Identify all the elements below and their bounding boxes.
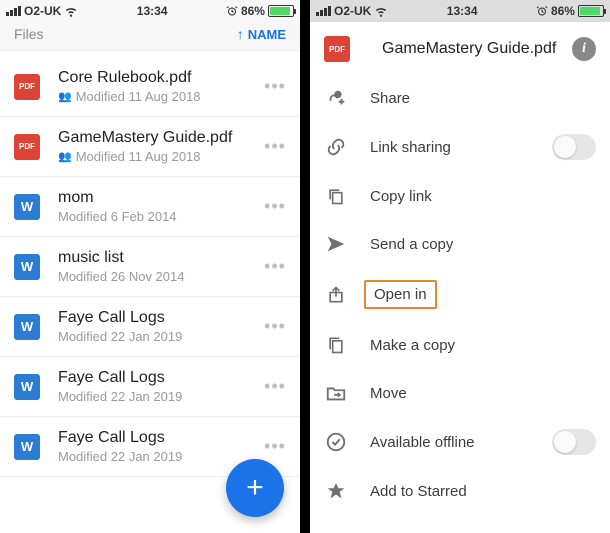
file-name: Faye Call Logs — [58, 309, 260, 327]
file-row[interactable]: Wmusic list Modified 26 Nov 2014••• — [0, 237, 300, 297]
more-actions-button[interactable]: ••• — [260, 252, 290, 282]
file-modified: Modified 22 Jan 2019 — [58, 389, 260, 404]
file-list: PDF Core Rulebook.pdf 👥Modified 11 Aug 201… — [0, 51, 300, 477]
available-offline-icon — [324, 430, 348, 454]
pdf-icon: PDF — [14, 74, 40, 100]
list-header: Files ↑ NAME — [0, 22, 300, 51]
info-button[interactable]: i — [572, 37, 596, 61]
file-modified: Modified 22 Jan 2019 — [58, 329, 260, 344]
word-icon: W — [14, 374, 40, 400]
file-list-screen: O2-UK 13:34 86% Files ↑ NAME PDF Core Rul… — [0, 0, 300, 533]
alarm-icon — [226, 5, 238, 17]
carrier-label: O2-UK — [24, 4, 61, 18]
word-icon: W — [14, 314, 40, 340]
word-icon: W — [14, 194, 40, 220]
file-row[interactable]: W Faye Call Logs Modified 22 Jan 2019••• — [0, 357, 300, 417]
action-copy-link[interactable]: Copy link — [310, 172, 610, 220]
action-label: Available offline — [370, 434, 475, 451]
signal-icon — [6, 6, 21, 16]
battery-percent: 86% — [551, 4, 575, 18]
action-label: Copy link — [370, 188, 432, 205]
sort-by-name[interactable]: ↑ NAME — [237, 26, 286, 42]
file-row[interactable]: Wmom Modified 6 Feb 2014••• — [0, 177, 300, 237]
more-actions-button[interactable]: ••• — [260, 312, 290, 342]
action-make-copy[interactable]: Make a copy — [310, 321, 610, 369]
action-share[interactable]: Share — [310, 74, 610, 122]
action-label: Make a copy — [370, 337, 455, 354]
battery-icon — [268, 5, 294, 17]
create-new-fab[interactable]: + — [226, 459, 284, 517]
action-open-in[interactable]: Open in — [310, 268, 610, 321]
action-label: Send a copy — [370, 236, 453, 253]
shared-icon: 👥 — [58, 90, 72, 103]
available-offline-toggle[interactable] — [552, 429, 596, 455]
file-row[interactable]: PDF GameMastery Guide.pdf 👥Modified 11 Aug… — [0, 117, 300, 177]
link-sharing-toggle[interactable] — [552, 134, 596, 160]
file-name: music list — [58, 249, 260, 267]
action-label: Open in — [364, 280, 437, 309]
wifi-icon — [374, 4, 388, 18]
action-label: Add to Starred — [370, 483, 467, 500]
sheet-header: PDF GameMastery Guide.pdf i — [310, 22, 610, 74]
more-actions-button[interactable]: ••• — [260, 72, 290, 102]
action-send-copy[interactable]: Send a copy — [310, 220, 610, 268]
add-starred-icon — [324, 479, 348, 503]
file-row[interactable]: PDF Core Rulebook.pdf 👥Modified 11 Aug 201… — [0, 51, 300, 117]
send-copy-icon — [324, 232, 348, 256]
word-icon: W — [14, 254, 40, 280]
sheet-file-name: GameMastery Guide.pdf — [382, 40, 558, 58]
more-actions-button[interactable]: ••• — [260, 192, 290, 222]
file-name: Core Rulebook.pdf — [58, 69, 260, 87]
alarm-icon — [536, 5, 548, 17]
copy-link-icon — [324, 184, 348, 208]
make-copy-icon — [324, 333, 348, 357]
carrier-label: O2-UK — [334, 4, 371, 18]
move-icon — [324, 381, 348, 405]
arrow-up-icon: ↑ — [237, 26, 244, 42]
more-actions-button[interactable]: ••• — [260, 432, 290, 462]
file-modified: Modified 26 Nov 2014 — [58, 269, 260, 284]
more-actions-button[interactable]: ••• — [260, 372, 290, 402]
file-name: GameMastery Guide.pdf — [58, 129, 260, 147]
action-add-starred[interactable]: Add to Starred — [310, 467, 610, 515]
wifi-icon — [64, 4, 78, 18]
signal-icon — [316, 6, 331, 16]
battery-icon — [578, 5, 604, 17]
link-sharing-icon — [324, 135, 348, 159]
pdf-icon: PDF — [324, 36, 350, 62]
file-name: mom — [58, 189, 260, 207]
share-icon — [324, 86, 348, 110]
clock: 13:34 — [137, 4, 168, 18]
file-modified: Modified 22 Jan 2019 — [58, 449, 260, 464]
file-name: Faye Call Logs — [58, 369, 260, 387]
file-modified: 👥Modified 11 Aug 2018 — [58, 149, 260, 164]
file-actions-sheet: O2-UK 13:34 86% PDF GameMastery Guide.pd… — [310, 0, 610, 533]
pdf-icon: PDF — [14, 134, 40, 160]
battery-percent: 86% — [241, 4, 265, 18]
file-modified: Modified 6 Feb 2014 — [58, 209, 260, 224]
action-list: Share Link sharing Copy link Send a copy Ope… — [310, 74, 610, 515]
action-move[interactable]: Move — [310, 369, 610, 417]
action-label: Move — [370, 385, 407, 402]
file-name: Faye Call Logs — [58, 429, 260, 447]
clock: 13:34 — [447, 4, 478, 18]
action-label: Share — [370, 90, 410, 107]
word-icon: W — [14, 434, 40, 460]
status-bar: O2-UK 13:34 86% — [310, 0, 610, 22]
action-link-sharing[interactable]: Link sharing — [310, 122, 610, 172]
more-actions-button[interactable]: ••• — [260, 132, 290, 162]
action-label: Link sharing — [370, 139, 451, 156]
shared-icon: 👥 — [58, 150, 72, 163]
status-bar: O2-UK 13:34 86% — [0, 0, 300, 22]
file-row[interactable]: W Faye Call Logs Modified 22 Jan 2019••• — [0, 297, 300, 357]
files-heading: Files — [14, 26, 44, 42]
open-in-icon — [324, 283, 348, 307]
file-modified: 👥Modified 11 Aug 2018 — [58, 89, 260, 104]
action-available-offline[interactable]: Available offline — [310, 417, 610, 467]
